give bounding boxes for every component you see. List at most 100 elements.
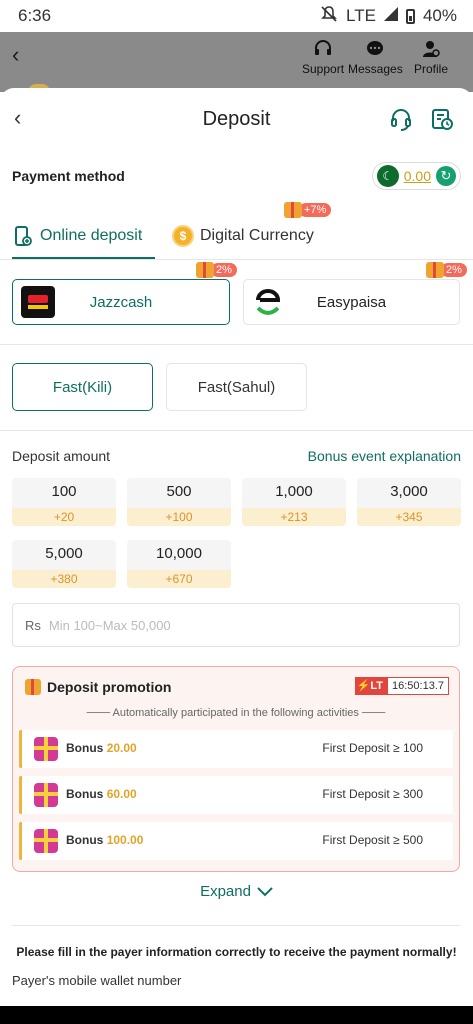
amount-input[interactable]	[48, 617, 429, 633]
gift-icon	[25, 679, 41, 695]
amount-input-field: Rs	[12, 603, 460, 647]
bonus-condition: First Deposit ≥ 300	[322, 787, 423, 801]
support-nav[interactable]: Support	[302, 40, 344, 76]
divider	[0, 344, 473, 345]
currency-label: Rs	[25, 617, 41, 633]
gift-icon	[284, 202, 302, 218]
divider	[0, 259, 473, 260]
tab-label: Online deposit	[40, 227, 143, 244]
amount-option[interactable]: 100 +20	[12, 478, 116, 526]
amount-bonus: +20	[12, 508, 116, 526]
status-time: 6:36	[18, 6, 52, 25]
history-icon[interactable]	[429, 106, 455, 132]
bonus-condition: First Deposit ≥ 500	[322, 833, 423, 847]
bonus-badge: 2%	[196, 262, 237, 278]
bonus-condition: First Deposit ≥ 100	[322, 741, 423, 755]
amount-bonus: +670	[127, 570, 231, 588]
bonus-badge: 2%	[426, 262, 467, 278]
promotion-timer: ⚡LT 16:50:13.7	[354, 677, 449, 695]
headset-icon	[315, 40, 332, 55]
bonus-value: 20.00	[106, 741, 137, 755]
amount-option[interactable]: 1,000 +213	[242, 478, 346, 526]
chevron-down-icon	[257, 886, 273, 896]
messages-label: Messages	[348, 62, 403, 76]
promotion-subtitle-text: Automatically participated in the follow…	[112, 707, 359, 719]
gift-icon	[196, 262, 214, 278]
amount-bonus: +380	[12, 570, 116, 588]
channel-fast-sahul[interactable]: Fast(Sahul)	[166, 363, 307, 411]
mute-icon	[320, 5, 338, 28]
bonus-badge: +7%	[284, 202, 332, 218]
deposit-sheet: ‹ Deposit Payment method ☾ 0.00 ↻ Online…	[0, 88, 473, 988]
battery-level: 40%	[422, 6, 457, 25]
balance-value: 0.00	[403, 168, 431, 184]
support-label: Support	[302, 62, 345, 76]
method-jazzcash[interactable]: Jazzcash	[12, 279, 230, 325]
bonus-label: Bonus 100.00	[66, 833, 143, 847]
phone-icon	[15, 226, 32, 246]
gift-box-icon	[34, 829, 58, 853]
tab-label: Digital Currency	[200, 227, 314, 244]
coin-icon: $	[172, 225, 194, 247]
amount-bonus: +345	[357, 508, 461, 526]
divider	[12, 925, 460, 926]
divider	[0, 430, 473, 431]
channel-label: Fast(Sahul)	[197, 378, 276, 396]
amount-value: 10,000	[156, 545, 202, 562]
amount-bonus: +100	[127, 508, 231, 526]
channel-label: Fast(Kili)	[52, 378, 113, 396]
amount-value: 500	[166, 483, 192, 500]
promotion-title: Deposit promotion	[25, 679, 171, 695]
gift-icon	[426, 262, 444, 278]
timer-value: 16:50:13.7	[387, 677, 449, 695]
gift-box-icon	[34, 737, 58, 761]
network-type: LTE	[346, 6, 376, 25]
promotion-row: Bonus 60.00 First Deposit ≥ 300	[19, 776, 453, 814]
lightning-icon: ⚡LT	[354, 677, 387, 695]
profile-label: Profile	[414, 62, 449, 76]
headset-icon[interactable]	[388, 106, 414, 132]
badge-text: 2%	[211, 263, 237, 277]
balance-widget: ☾ 0.00 ↻	[371, 162, 461, 190]
back-icon[interactable]: ‹	[12, 42, 19, 68]
bonus-label: Bonus 60.00	[66, 787, 137, 801]
background-top-bar: ‹ Support Messages Profile	[0, 32, 473, 92]
method-label: Jazzcash	[89, 293, 153, 311]
sheet-header: ‹ Deposit	[0, 88, 473, 150]
amount-option[interactable]: 3,000 +345	[357, 478, 461, 526]
tab-digital-currency[interactable]: $ Digital Currency	[172, 213, 332, 259]
promotion-row: Bonus 20.00 First Deposit ≥ 100	[19, 730, 453, 768]
amount-option[interactable]: 10,000 +670	[127, 540, 231, 588]
payer-wallet-label: Payer's mobile wallet number	[12, 973, 182, 988]
bonus-value: 60.00	[106, 787, 137, 801]
bonus-label-text: Bonus	[66, 787, 104, 801]
messages-nav[interactable]: Messages	[348, 40, 403, 76]
expand-label: Expand	[200, 883, 251, 900]
bonus-value: 100.00	[106, 833, 144, 847]
bonus-event-link[interactable]: Bonus event explanation	[308, 448, 461, 464]
deposit-promotion-card: Deposit promotion ⚡LT 16:50:13.7 ─── Aut…	[12, 666, 460, 872]
bonus-label: Bonus 20.00	[66, 741, 137, 755]
amount-option[interactable]: 500 +100	[127, 478, 231, 526]
promotion-row: Bonus 100.00 First Deposit ≥ 500	[19, 822, 453, 860]
channel-fast-kili[interactable]: Fast(Kili)	[12, 363, 153, 411]
amount-value: 100	[51, 483, 77, 500]
deposit-tabs: Online deposit $ Digital Currency +7%	[0, 202, 473, 259]
chat-icon	[367, 41, 384, 55]
badge-text: +7%	[299, 203, 332, 217]
payment-method-label: Payment method	[12, 168, 125, 184]
profile-nav[interactable]: Profile	[414, 40, 448, 76]
expand-button[interactable]: Expand	[0, 883, 473, 900]
method-easypaisa[interactable]: Easypaisa	[243, 279, 460, 325]
deposit-amount-label: Deposit amount	[12, 448, 111, 464]
amount-option[interactable]: 5,000 +380	[12, 540, 116, 588]
gift-box-icon	[34, 783, 58, 807]
promotion-title-text: Deposit promotion	[47, 679, 172, 695]
promotion-subtitle: ─── Automatically participated in the fo…	[86, 707, 386, 719]
amount-value: 3,000	[390, 483, 428, 500]
tab-online-deposit[interactable]: Online deposit	[12, 213, 155, 259]
status-bar: 6:36 LTE 40%	[0, 0, 473, 32]
refresh-icon[interactable]: ↻	[436, 166, 456, 186]
badge-text: 2%	[441, 263, 467, 277]
payer-notice: Please fill in the payer information cor…	[16, 945, 457, 959]
